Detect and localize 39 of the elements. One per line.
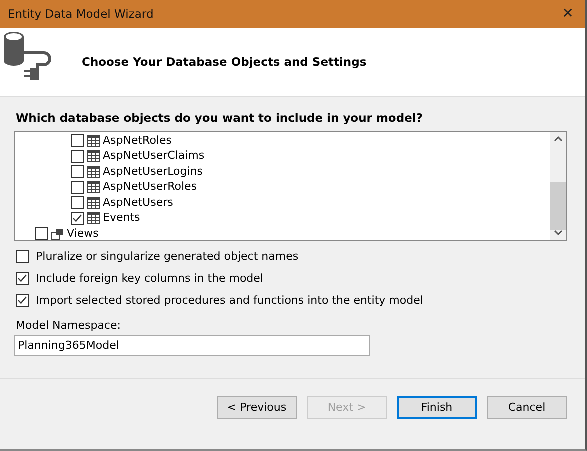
option-label[interactable]: Pluralize or singularize generated object names bbox=[36, 250, 299, 263]
table-icon bbox=[87, 166, 100, 178]
table-icon bbox=[87, 212, 100, 224]
checkbox[interactable] bbox=[71, 134, 84, 148]
scroll-up-icon[interactable] bbox=[554, 136, 562, 142]
namespace-field[interactable]: Planning365Model bbox=[14, 335, 370, 356]
tree-item[interactable]: AspNetUserClaims bbox=[103, 150, 205, 162]
scroll-down-icon[interactable] bbox=[554, 230, 562, 236]
close-button[interactable]: ✕ bbox=[551, 0, 585, 28]
wizard-button[interactable]: Finish bbox=[397, 396, 477, 419]
scroll-thumb[interactable] bbox=[550, 182, 566, 230]
tree-item[interactable]: Views bbox=[67, 228, 99, 240]
tree-item[interactable]: AspNetUsers bbox=[103, 196, 174, 209]
window-title: Entity Data Model Wizard bbox=[8, 7, 154, 21]
wizard-button[interactable]: < Previous bbox=[217, 396, 297, 419]
checkbox[interactable] bbox=[35, 227, 48, 240]
table-icon bbox=[87, 134, 100, 147]
table-icon bbox=[87, 181, 100, 194]
scrollbar[interactable] bbox=[550, 132, 566, 240]
table-icon bbox=[87, 196, 100, 209]
option-label[interactable]: Include foreign key columns in the model bbox=[36, 272, 264, 285]
checkbox[interactable] bbox=[71, 180, 84, 194]
checkbox[interactable] bbox=[16, 294, 29, 307]
checkbox[interactable] bbox=[16, 250, 29, 263]
option-label[interactable]: Import selected stored procedures and functions into the entity model bbox=[36, 294, 424, 307]
checkbox[interactable] bbox=[71, 196, 84, 210]
tree-item[interactable]: Events bbox=[103, 212, 140, 224]
field-label: Model Namespace: bbox=[15, 319, 122, 332]
checkbox[interactable] bbox=[71, 150, 84, 163]
tree-item[interactable]: AspNetRoles bbox=[103, 134, 172, 147]
tree-label: Which database objects do you want to include in your model? bbox=[15, 111, 424, 125]
table-icon bbox=[87, 150, 100, 162]
checkbox[interactable] bbox=[16, 272, 29, 285]
page-heading: Choose Your Database Objects and Settings bbox=[82, 55, 367, 69]
tree-item[interactable]: AspNetUserLogins bbox=[103, 166, 204, 178]
checkbox[interactable] bbox=[71, 212, 84, 225]
wizard-button[interactable]: Cancel bbox=[487, 396, 567, 419]
checkbox[interactable] bbox=[71, 165, 84, 178]
tree-item[interactable]: AspNetUserRoles bbox=[103, 181, 198, 194]
